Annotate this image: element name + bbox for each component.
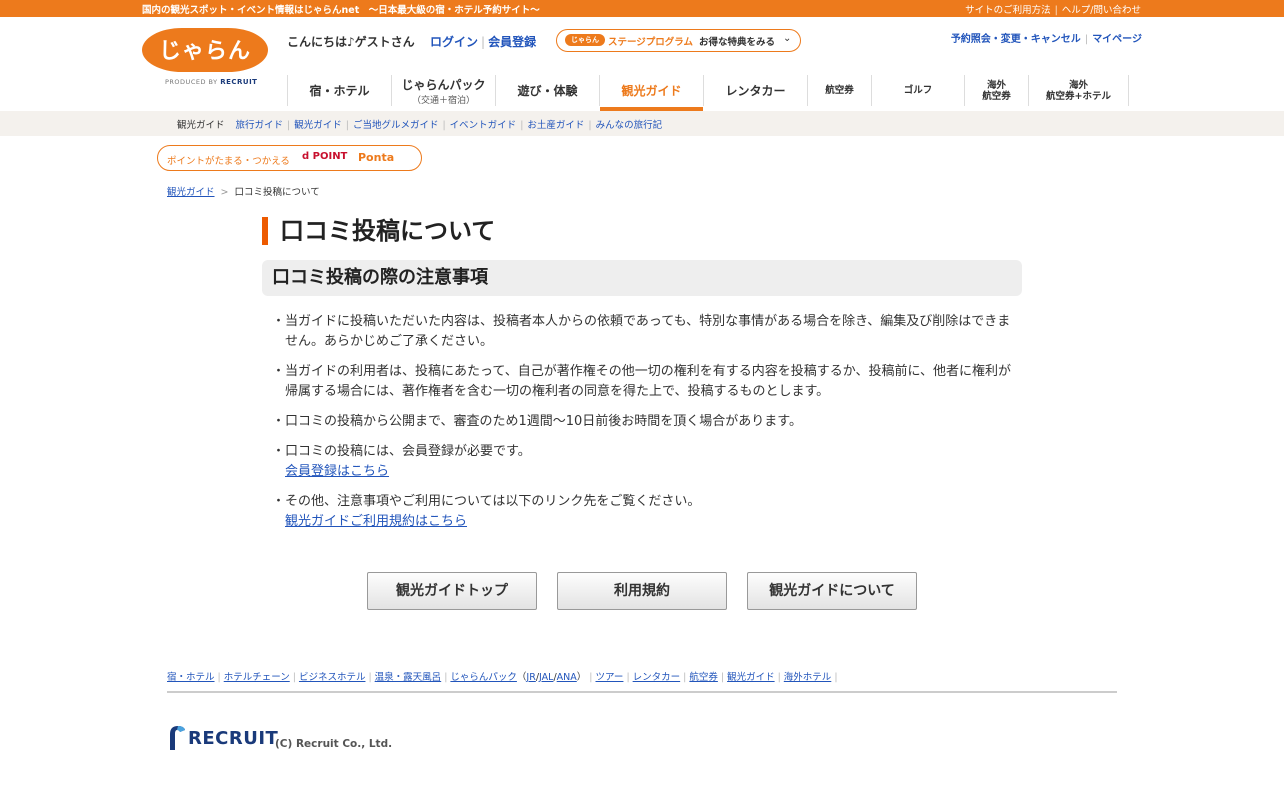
nav-sightseeing-guide[interactable]: 観光ガイド: [599, 75, 703, 111]
notes-list: 当ガイドに投稿いただいた内容は、投稿者本人からの依頼であっても、特別な事情がある…: [272, 312, 1012, 542]
subnav-gourmet-guide[interactable]: ご当地グルメガイド: [353, 120, 439, 131]
copyright: (C) Recruit Co., Ltd.: [275, 738, 393, 750]
reservation-link[interactable]: 予約照会・変更・キャンセル: [951, 34, 1081, 45]
footer-link-guide[interactable]: 観光ガイド: [727, 672, 775, 683]
terms-of-use-link[interactable]: 観光ガイドご利用規約はこちら: [285, 512, 467, 532]
nav-overseas-air[interactable]: 海外 航空券: [964, 75, 1028, 106]
site-usage-link[interactable]: サイトのご利用方法: [965, 5, 1051, 16]
footer-link-onsen[interactable]: 温泉・露天風呂: [375, 672, 442, 683]
breadcrumb-current: 口コミ投稿について: [234, 187, 320, 198]
subnav-souvenir-guide[interactable]: お土産ガイド: [527, 120, 584, 131]
footer-link-business-hotel[interactable]: ビジネスホテル: [299, 672, 366, 683]
list-item: 口コミの投稿から公開まで、審査のため1週間～10日前後お時間を頂く場合があります…: [272, 412, 1012, 432]
footer-link-jalan-pack[interactable]: じゃらんパック: [450, 672, 517, 683]
nav-activities[interactable]: 遊び・体験: [495, 75, 599, 106]
member-register-link[interactable]: 会員登録はこちら: [285, 462, 389, 482]
footer-link-hotel[interactable]: 宿・ホテル: [167, 672, 215, 683]
subnav-sightseeing-guide[interactable]: 観光ガイド: [294, 120, 342, 131]
nav-hotel[interactable]: 宿・ホテル: [287, 75, 391, 106]
auth-links: ログイン | 会員登録: [430, 35, 537, 49]
terms-button[interactable]: 利用規約: [557, 572, 727, 610]
section-title: 口コミ投稿の際の注意事項: [262, 260, 1022, 296]
login-link[interactable]: ログイン: [430, 35, 478, 49]
recruit-name: RECRUIT: [188, 728, 279, 749]
footer-link-ana[interactable]: ANA: [557, 672, 577, 683]
top-info-bar: 国内の観光スポット・イベント情報はじゃらんnet ～日本最大級の宿・ホテル予約サ…: [0, 0, 1284, 17]
logo-text: じゃらん: [158, 39, 251, 64]
jalan-logo[interactable]: じゃらん PRODUCED BY RECRUIT: [142, 28, 268, 90]
ponta-logo: Ponta: [358, 151, 395, 164]
stage-pill: じゃらん: [565, 34, 605, 46]
guest-greeting: こんにちは♪ゲストさん: [287, 35, 415, 49]
footer-link-overseas-hotel[interactable]: 海外ホテル: [784, 672, 832, 683]
subnav-event-guide[interactable]: イベントガイド: [450, 120, 517, 131]
footer-link-jr[interactable]: JR: [526, 672, 535, 683]
produced-by-recruit: PRODUCED BY RECRUIT: [165, 78, 258, 86]
list-item: 口コミの投稿には、会員登録が必要です。会員登録はこちら: [272, 442, 1012, 482]
breadcrumb-home[interactable]: 観光ガイド: [167, 187, 215, 198]
points-label: ポイントがたまる・つかえる: [167, 156, 290, 167]
points-badge[interactable]: ポイントがたまる・つかえる d POINT Ponta: [157, 145, 422, 171]
footer-link-rentacar[interactable]: レンタカー: [633, 672, 681, 683]
footer-links: 宿・ホテル | ホテルチェーン | ビジネスホテル | 温泉・露天風呂 | じゃらんパック（JR…: [167, 672, 838, 683]
register-link[interactable]: 会員登録: [488, 35, 536, 49]
nav-rentacar[interactable]: レンタカー: [703, 75, 807, 106]
footer-divider: [167, 691, 1117, 693]
top-help-links: サイトのご利用方法 | ヘルプ/問い合わせ: [965, 5, 1141, 16]
stage-program-button[interactable]: じゃらん ステージプログラム お得な特典をみる ⌄: [556, 29, 801, 52]
mypage-link[interactable]: マイページ: [1092, 34, 1142, 45]
main-nav: 宿・ホテル じゃらんパック （交通＋宿泊） 遊び・体験 観光ガイド レンタカー 航…: [287, 75, 1129, 111]
footer-link-air[interactable]: 航空券: [689, 672, 718, 683]
footer-link-hotel-chain[interactable]: ホテルチェーン: [224, 672, 290, 683]
dpoint-logo: d POINT: [302, 151, 348, 162]
site-tagline: 国内の観光スポット・イベント情報はじゃらんnet ～日本最大級の宿・ホテル予約サ…: [142, 5, 540, 16]
chevron-down-icon: ⌄: [783, 33, 792, 44]
footer-link-jal[interactable]: JAL: [539, 672, 553, 683]
guide-top-button[interactable]: 観光ガイドトップ: [367, 572, 537, 610]
list-item: 当ガイドの利用者は、投稿にあたって、自己が著作権その他一切の権利を有する内容を投…: [272, 362, 1012, 402]
account-links: 予約照会・変更・キャンセル | マイページ: [950, 34, 1142, 45]
nav-golf[interactable]: ゴルフ: [871, 75, 964, 106]
stage-program-label: ステージプログラム: [608, 37, 694, 48]
list-item: その他、注意事項やご利用については以下のリンク先をご覧ください。観光ガイドご利用…: [272, 492, 1012, 532]
recruit-mark-icon: [170, 726, 185, 750]
list-item: 当ガイドに投稿いただいた内容は、投稿者本人からの依頼であっても、特別な事情がある…: [272, 312, 1012, 352]
footer-link-tour[interactable]: ツアー: [596, 672, 624, 683]
nav-overseas-air-hotel[interactable]: 海外 航空券+ホテル: [1028, 75, 1129, 106]
breadcrumb: 観光ガイド > 口コミ投稿について: [167, 187, 320, 198]
nav-jalan-pack[interactable]: じゃらんパック （交通＋宿泊）: [391, 75, 495, 106]
subnav-travelogue[interactable]: みんなの旅行記: [596, 120, 663, 131]
about-guide-button[interactable]: 観光ガイドについて: [747, 572, 917, 610]
subnav-travel-guide[interactable]: 旅行ガイド: [236, 120, 284, 131]
subnav-current: 観光ガイド: [177, 120, 225, 131]
sub-nav: 観光ガイド 旅行ガイド | 観光ガイド | ご当地グルメガイド | イベントガイド | お土産ガイ…: [0, 111, 1284, 136]
nav-air-ticket[interactable]: 航空券: [807, 75, 871, 106]
page-title: 口コミ投稿について: [262, 217, 495, 245]
stage-cta-label: お得な特典をみる: [699, 37, 776, 48]
help-contact-link[interactable]: ヘルプ/問い合わせ: [1062, 5, 1141, 16]
